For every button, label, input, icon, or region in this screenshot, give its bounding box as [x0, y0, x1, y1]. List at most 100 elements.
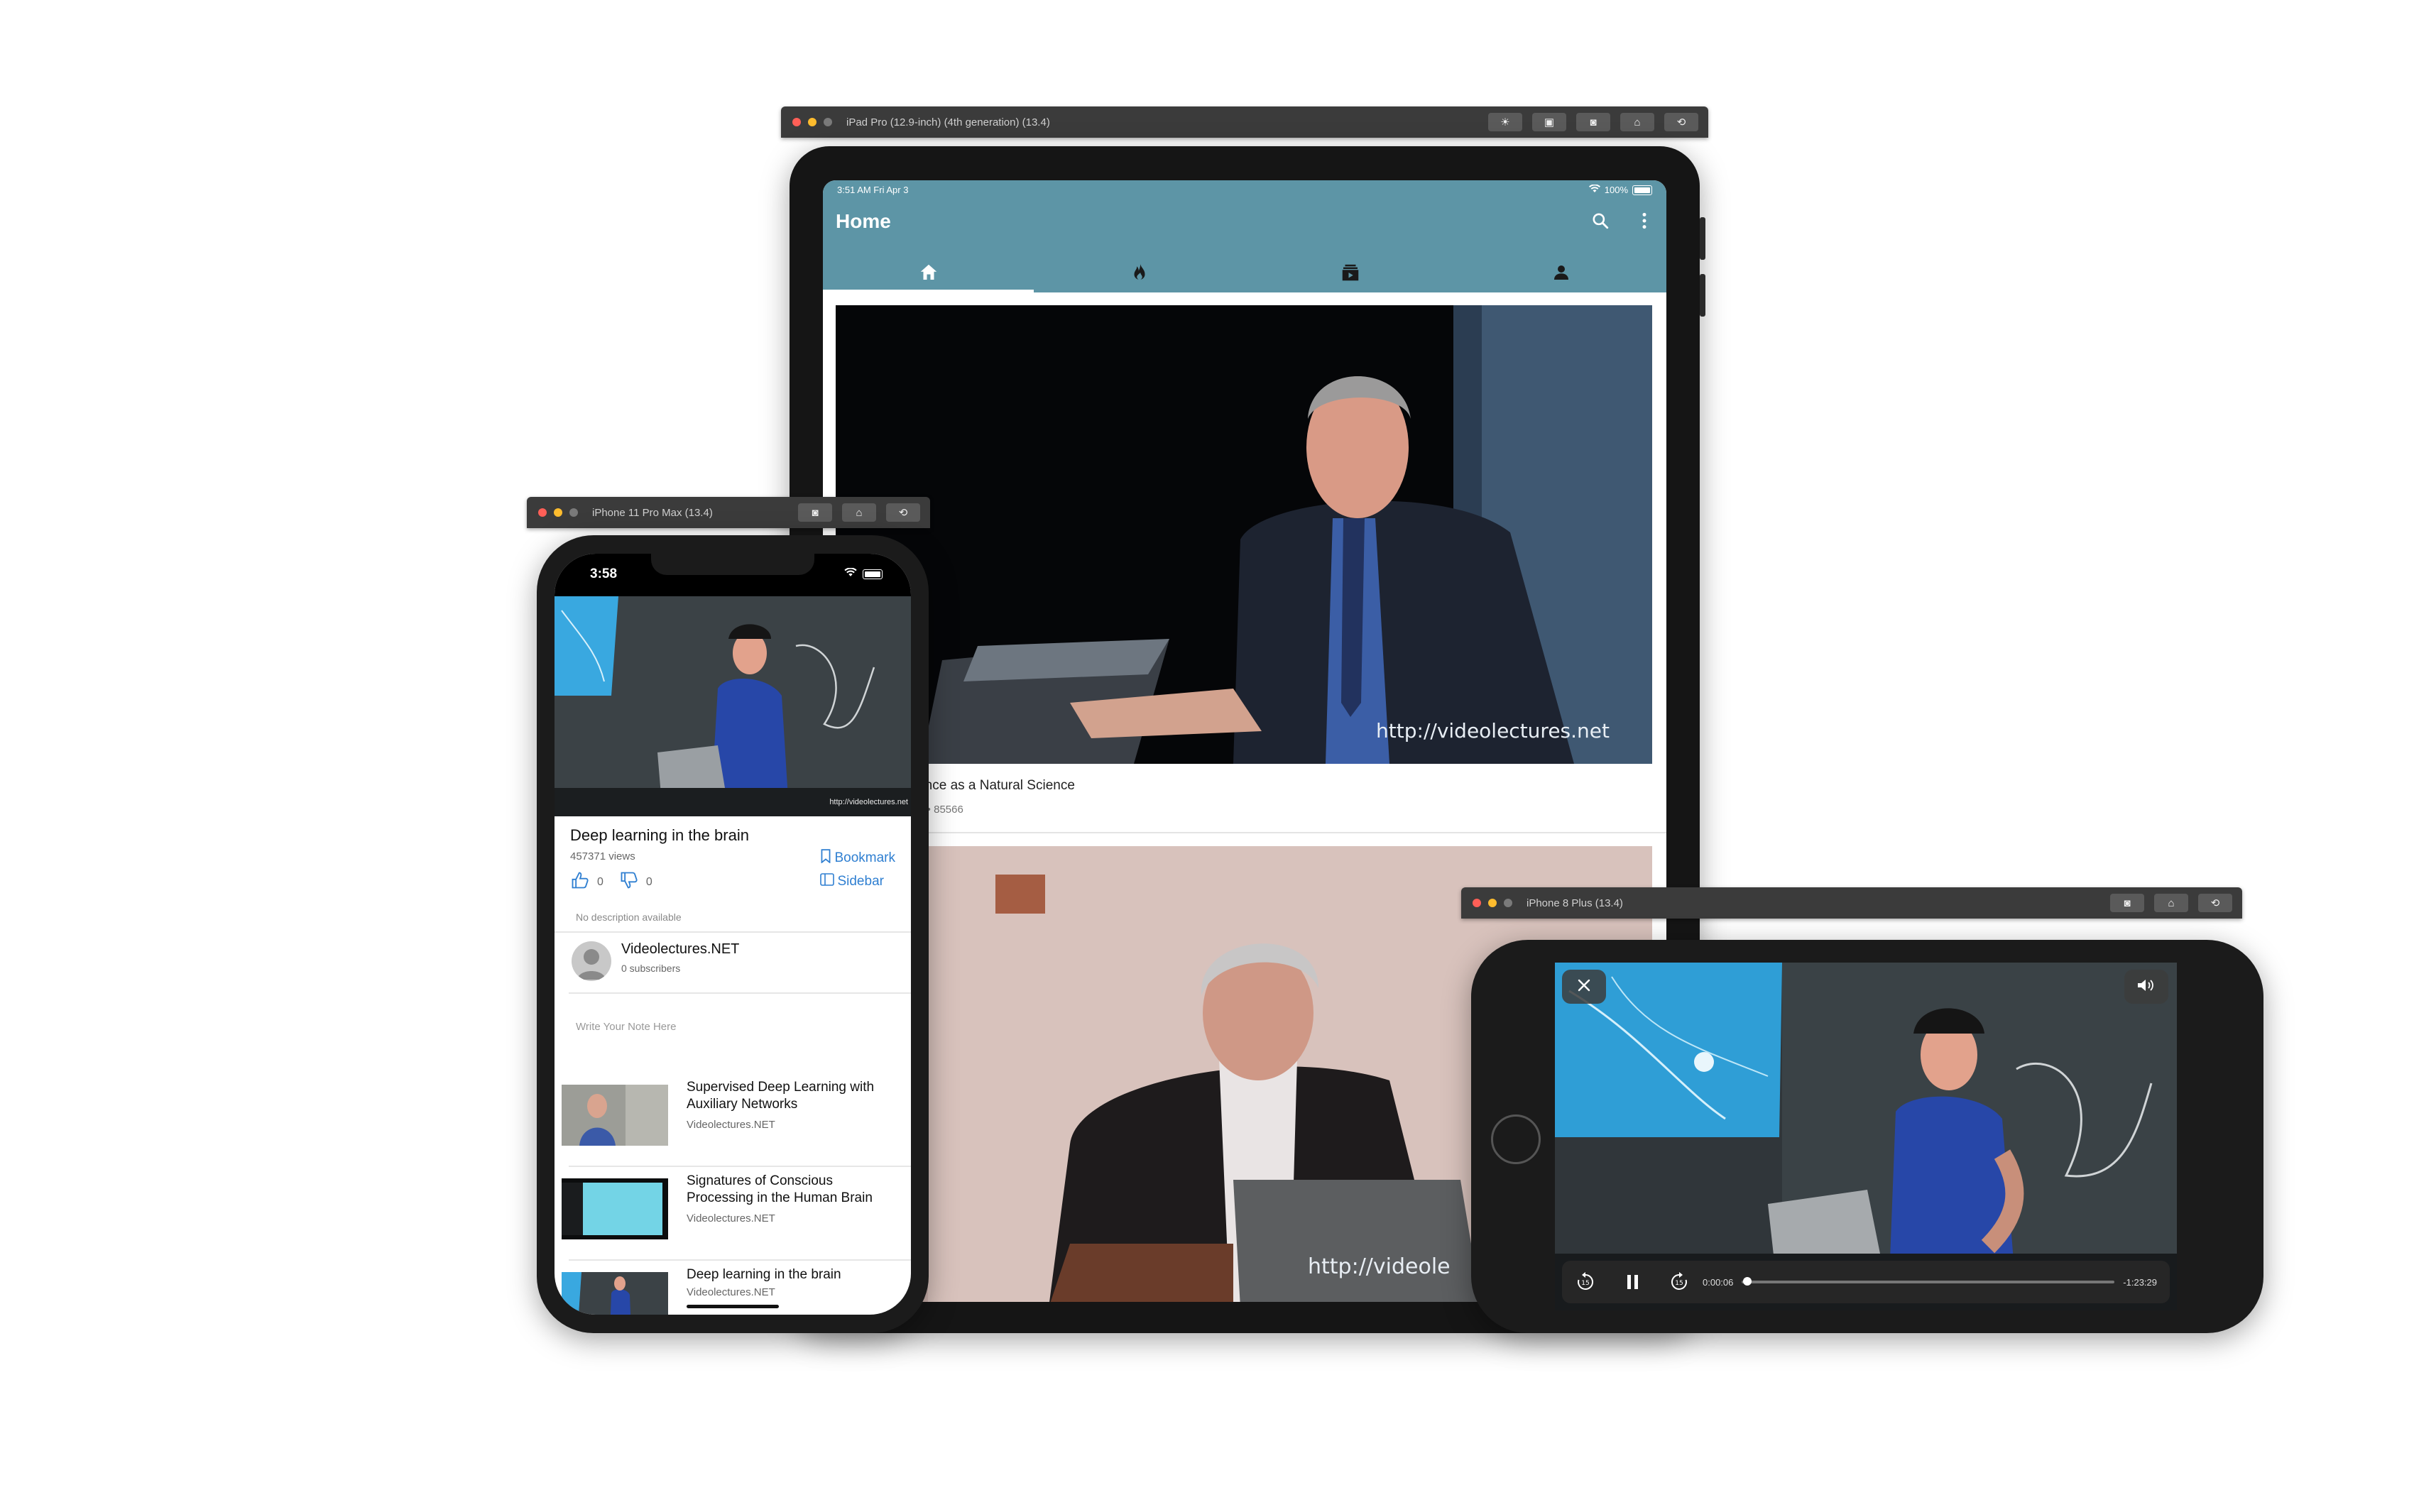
person-icon [1551, 262, 1572, 287]
subscriber-count: 0 subscribers [621, 963, 681, 974]
channel-name[interactable]: Videolectures.NET [621, 941, 739, 958]
dislike-button[interactable] [619, 870, 639, 894]
playback-controls: 15 15 0:00:06 -1:23:29 [1562, 1261, 2170, 1303]
simulator-title: iPhone 11 Pro Max (13.4) [592, 506, 713, 519]
pause-icon[interactable] [1622, 1271, 1643, 1293]
remaining-time: -1:23:29 [2123, 1276, 2157, 1288]
minimize-window-button[interactable] [1488, 899, 1497, 907]
page-title: Home [836, 210, 891, 232]
video-title: Deep learning in the brain [570, 826, 749, 844]
sidebar-label: Sidebar [837, 874, 884, 889]
like-button[interactable] [570, 870, 590, 894]
minimize-window-button[interactable] [554, 508, 562, 517]
dislike-count: 0 [645, 875, 652, 888]
fullscreen-video-player[interactable]: 15 15 0:00:06 -1:23:29 [1555, 963, 2177, 1310]
rotate-icon[interactable]: ⟲ [1664, 113, 1698, 131]
more-options-icon[interactable] [1641, 212, 1648, 235]
feed-divider [823, 832, 1666, 833]
elapsed-time: 0:00:06 [1703, 1276, 1734, 1288]
related-title: Deep learning in the brain [687, 1267, 841, 1282]
tab-subscriptions[interactable] [1245, 256, 1456, 292]
tab-account[interactable] [1456, 256, 1666, 292]
sidebar-icon [820, 873, 835, 890]
ipad-simulator-titlebar: iPad Pro (12.9-inch) (4th generation) (1… [781, 106, 1708, 138]
tab-trending[interactable] [1034, 256, 1245, 292]
screenshot-icon[interactable]: ◙ [798, 503, 832, 522]
close-player-button[interactable] [1562, 970, 1606, 1004]
video-watermark: http://videolectures.net [829, 798, 908, 806]
video-player[interactable]: http://videolectures.net [555, 596, 911, 816]
rewind-15-icon[interactable]: 15 [1575, 1271, 1596, 1293]
bookmark-icon [820, 849, 831, 867]
iphone11-simulator-titlebar: iPhone 11 Pro Max (13.4) ◙ ⌂ ⟲ [527, 497, 930, 528]
camera-icon[interactable]: ◙ [1576, 113, 1610, 131]
related-channel: Videolectures.NET [687, 1212, 775, 1225]
related-channel: Videolectures.NET [687, 1286, 775, 1298]
scrubber-knob[interactable] [1743, 1277, 1752, 1286]
volume-button[interactable] [2124, 970, 2168, 1004]
close-window-button[interactable] [792, 118, 801, 126]
forward-15-icon[interactable]: 15 [1668, 1271, 1690, 1293]
playback-scrubber[interactable] [1742, 1277, 2115, 1286]
related-video-item[interactable]: Signatures of Conscious Processing in th… [562, 1173, 904, 1258]
window-controls [792, 118, 832, 126]
volume-icon [2136, 977, 2156, 997]
video-thumbnail[interactable]: http://videolectures.net [836, 305, 1652, 764]
simulator-title: iPhone 8 Plus (13.4) [1526, 897, 1623, 909]
screenshot-icon[interactable]: ◙ [2110, 894, 2144, 912]
svg-text:15: 15 [1581, 1280, 1589, 1287]
status-time: 3:58 [590, 566, 618, 581]
status-time: 3:51 AM Fri Apr 3 [837, 185, 909, 195]
screenshot-icon[interactable]: ▣ [1532, 113, 1566, 131]
home-icon[interactable]: ⌂ [2154, 894, 2188, 912]
related-video-item[interactable]: Supervised Deep Learning with Auxiliary … [562, 1079, 904, 1164]
home-icon[interactable]: ⌂ [1620, 113, 1654, 131]
notch [651, 554, 814, 575]
side-button [1700, 217, 1705, 260]
brightness-icon[interactable]: ☀ [1488, 113, 1522, 131]
iphone8-device: 15 15 0:00:06 -1:23:29 [1471, 940, 2263, 1333]
video-watermark: http://videole [1308, 1254, 1451, 1279]
home-icon[interactable]: ⌂ [842, 503, 876, 522]
zoom-window-button[interactable] [569, 508, 578, 517]
zoom-window-button[interactable] [824, 118, 832, 126]
video-description: No description available [576, 911, 682, 923]
wifi-icon [844, 567, 857, 581]
subscriptions-icon [1340, 262, 1361, 287]
simulator-title: iPad Pro (12.9-inch) (4th generation) (1… [846, 116, 1050, 128]
tab-home[interactable] [823, 256, 1034, 292]
minimize-window-button[interactable] [808, 118, 816, 126]
app-bar: 3:51 AM Fri Apr 3 100% Home [823, 180, 1666, 292]
iphone11-screen: 3:58 http://videolectures.net Deep learn… [555, 554, 911, 1315]
fire-icon [1129, 262, 1150, 287]
zoom-window-button[interactable] [1504, 899, 1512, 907]
battery-icon [1632, 185, 1652, 195]
iphone8-simulator-titlebar: iPhone 8 Plus (13.4) ◙ ⌂ ⟲ [1461, 887, 2242, 919]
close-window-button[interactable] [1473, 899, 1481, 907]
view-count: 457371 views [570, 850, 635, 862]
battery-icon [863, 569, 883, 579]
related-thumbnail [562, 1272, 668, 1315]
search-icon[interactable] [1591, 212, 1610, 235]
rotate-icon[interactable]: ⟲ [2198, 894, 2232, 912]
bookmark-button[interactable]: Bookmark [820, 849, 895, 867]
divider [555, 931, 911, 933]
wifi-icon [1588, 184, 1600, 195]
home-icon [918, 262, 939, 287]
related-thumbnail [562, 1085, 668, 1146]
home-indicator[interactable] [687, 1305, 779, 1308]
note-input[interactable]: Write Your Note Here [576, 1021, 676, 1033]
divider [569, 992, 911, 994]
related-thumbnail [562, 1178, 668, 1239]
avatar[interactable] [572, 941, 611, 981]
status-bar: 3:51 AM Fri Apr 3 100% [837, 184, 1652, 202]
related-title: Signatures of Conscious Processing in th… [687, 1173, 873, 1205]
divider [569, 1259, 911, 1261]
rotate-icon[interactable]: ⟲ [886, 503, 920, 522]
home-button[interactable] [1491, 1114, 1541, 1164]
close-icon [1575, 977, 1593, 997]
bookmark-label: Bookmark [834, 850, 895, 865]
close-window-button[interactable] [538, 508, 547, 517]
sidebar-button[interactable]: Sidebar [820, 873, 895, 890]
divider [569, 1166, 911, 1167]
